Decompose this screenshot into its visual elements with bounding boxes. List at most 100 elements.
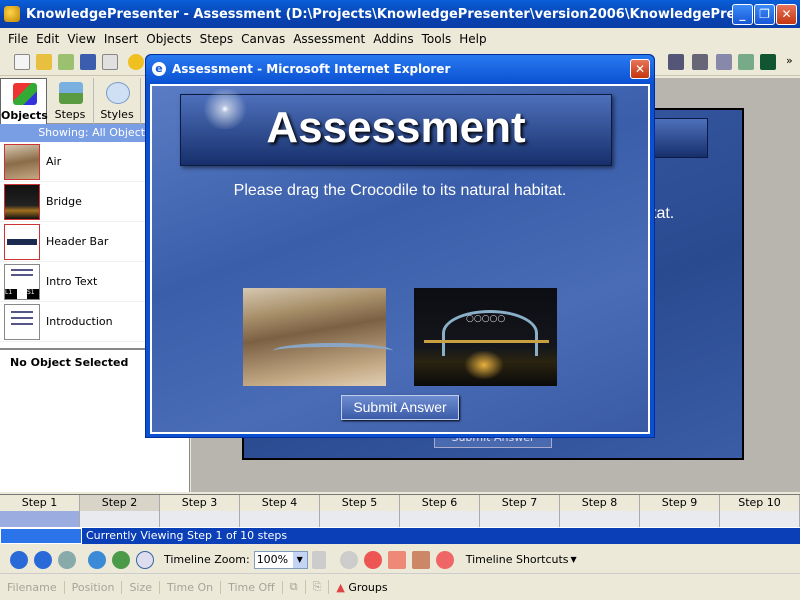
toolbar-overflow-icon[interactable]: » bbox=[786, 54, 793, 67]
document-icon: L1 S1 bbox=[4, 263, 40, 300]
groups-button[interactable]: ▲ Groups bbox=[329, 581, 394, 594]
step-progress bbox=[0, 528, 82, 544]
step-header-3[interactable]: Step 3 bbox=[160, 495, 240, 511]
tab-steps[interactable]: Steps bbox=[47, 78, 94, 124]
network-icon[interactable] bbox=[738, 54, 754, 70]
groups-icon: ▲ bbox=[336, 580, 345, 594]
clock-icon[interactable] bbox=[136, 550, 154, 569]
close-button[interactable]: ✕ bbox=[776, 4, 797, 25]
maximize-button[interactable]: ❐ bbox=[754, 4, 775, 25]
grid-alt-icon[interactable] bbox=[411, 550, 430, 569]
assessment-instruction: Please drag the Crocodile to its natural… bbox=[233, 182, 567, 199]
header-bar-thumbnail bbox=[4, 223, 40, 260]
menu-tools[interactable]: Tools bbox=[418, 32, 456, 46]
dialog-title: Assessment - Microsoft Internet Explorer bbox=[172, 62, 451, 76]
step-header-5[interactable]: Step 5 bbox=[320, 495, 400, 511]
timeline: Step 1 Step 2 Step 3 Step 4 Step 5 Step … bbox=[0, 494, 800, 528]
prop-position: Position bbox=[65, 580, 123, 594]
air-image[interactable] bbox=[243, 288, 393, 386]
slide-instruction-partial: tat. bbox=[652, 205, 675, 222]
step-header-9[interactable]: Step 9 bbox=[640, 495, 720, 511]
assessment-heading: Assessment bbox=[266, 103, 526, 152]
timeline-toolbar: Timeline Zoom: 100% ▼ Timeline Shortcuts … bbox=[0, 546, 800, 574]
open-folder-icon[interactable] bbox=[36, 54, 52, 70]
menu-edit[interactable]: Edit bbox=[32, 32, 63, 46]
timer-icon[interactable] bbox=[435, 550, 454, 569]
rewind-icon[interactable] bbox=[10, 550, 28, 569]
fast-forward-icon[interactable] bbox=[34, 550, 52, 569]
search-step-icon[interactable] bbox=[58, 550, 76, 569]
alarm-clock-icon[interactable] bbox=[363, 550, 382, 569]
menu-addins[interactable]: Addins bbox=[369, 32, 417, 46]
document-icon bbox=[4, 303, 40, 340]
chevron-down-icon[interactable]: ▼ bbox=[571, 555, 577, 564]
menu-file[interactable]: File bbox=[4, 32, 32, 46]
menu-objects[interactable]: Objects bbox=[142, 32, 195, 46]
step-cell[interactable] bbox=[240, 511, 320, 527]
menu-assessment[interactable]: Assessment bbox=[289, 32, 369, 46]
dialog-close-button[interactable]: ✕ bbox=[630, 59, 650, 79]
app-icon bbox=[4, 6, 20, 22]
step-cell[interactable] bbox=[560, 511, 640, 527]
waveform-icon[interactable] bbox=[760, 54, 776, 70]
refresh-icon[interactable] bbox=[88, 550, 106, 569]
app-titlebar: KnowledgePresenter - Assessment (D:\Proj… bbox=[0, 0, 800, 28]
star-icon[interactable] bbox=[128, 54, 144, 70]
zoom-spin-icon[interactable] bbox=[311, 550, 326, 569]
step-track bbox=[0, 511, 800, 527]
step-cell[interactable] bbox=[160, 511, 240, 527]
step-header-7[interactable]: Step 7 bbox=[480, 495, 560, 511]
step-header-1[interactable]: Step 1 bbox=[0, 495, 80, 511]
chevron-down-icon: ▼ bbox=[292, 551, 307, 568]
ie-icon: e bbox=[152, 62, 166, 76]
play-icon[interactable] bbox=[112, 550, 130, 569]
timeline-shortcuts-menu[interactable]: Timeline Shortcuts bbox=[466, 553, 569, 566]
step-header-6[interactable]: Step 6 bbox=[400, 495, 480, 511]
step-cell[interactable] bbox=[640, 511, 720, 527]
step-status-text: Currently Viewing Step 1 of 10 steps bbox=[86, 529, 288, 542]
dialog-body: Assessment Please drag the Crocodile to … bbox=[150, 84, 650, 434]
timeline-zoom-select[interactable]: 100% ▼ bbox=[253, 550, 308, 569]
paste-icon[interactable]: ⎘ bbox=[306, 580, 330, 594]
step-cell[interactable] bbox=[720, 511, 800, 527]
menu-steps[interactable]: Steps bbox=[196, 32, 238, 46]
step-headers: Step 1 Step 2 Step 3 Step 4 Step 5 Step … bbox=[0, 495, 800, 511]
step-header-8[interactable]: Step 8 bbox=[560, 495, 640, 511]
assessment-header-bar: Assessment bbox=[180, 89, 612, 166]
preview-icon[interactable] bbox=[102, 54, 118, 70]
edit-icon[interactable] bbox=[58, 54, 74, 70]
minimize-button[interactable]: _ bbox=[732, 4, 753, 25]
property-bar: Filename Position Size Time On Time Off … bbox=[0, 576, 800, 598]
step-header-10[interactable]: Step 10 bbox=[720, 495, 800, 511]
window-title: KnowledgePresenter - Assessment (D:\Proj… bbox=[26, 6, 746, 22]
step-cell[interactable] bbox=[400, 511, 480, 527]
stopwatch-icon[interactable] bbox=[339, 550, 358, 569]
cube-icon[interactable] bbox=[692, 54, 708, 70]
monitor-icon[interactable] bbox=[668, 54, 684, 70]
menu-canvas[interactable]: Canvas bbox=[237, 32, 289, 46]
step-cell[interactable] bbox=[480, 511, 560, 527]
menu-help[interactable]: Help bbox=[455, 32, 490, 46]
assessment-dialog: e Assessment - Microsoft Internet Explor… bbox=[145, 54, 655, 438]
prop-time-off: Time Off bbox=[221, 580, 283, 594]
step-header-4[interactable]: Step 4 bbox=[240, 495, 320, 511]
bridge-image[interactable]: ○○○○○ bbox=[414, 288, 557, 386]
copy-icon[interactable]: ⧉ bbox=[283, 580, 306, 594]
step-header-2[interactable]: Step 2 bbox=[80, 495, 160, 511]
tab-objects[interactable]: Objects bbox=[0, 78, 48, 124]
grid-icon[interactable] bbox=[387, 550, 406, 569]
diamond-icon[interactable] bbox=[716, 54, 732, 70]
new-icon[interactable] bbox=[14, 54, 30, 70]
step-cell[interactable] bbox=[80, 511, 160, 527]
step-status-bar: Currently Viewing Step 1 of 10 steps bbox=[0, 528, 800, 544]
bridge-thumbnail bbox=[4, 183, 40, 220]
step-cell[interactable] bbox=[0, 511, 80, 527]
styles-icon bbox=[106, 82, 130, 104]
submit-answer-button[interactable]: Submit Answer bbox=[341, 395, 459, 420]
menu-insert[interactable]: Insert bbox=[100, 32, 142, 46]
prop-filename: Filename bbox=[0, 580, 65, 594]
step-cell[interactable] bbox=[320, 511, 400, 527]
tab-styles[interactable]: Styles bbox=[94, 78, 141, 124]
menu-view[interactable]: View bbox=[63, 32, 99, 46]
save-icon[interactable] bbox=[80, 54, 96, 70]
